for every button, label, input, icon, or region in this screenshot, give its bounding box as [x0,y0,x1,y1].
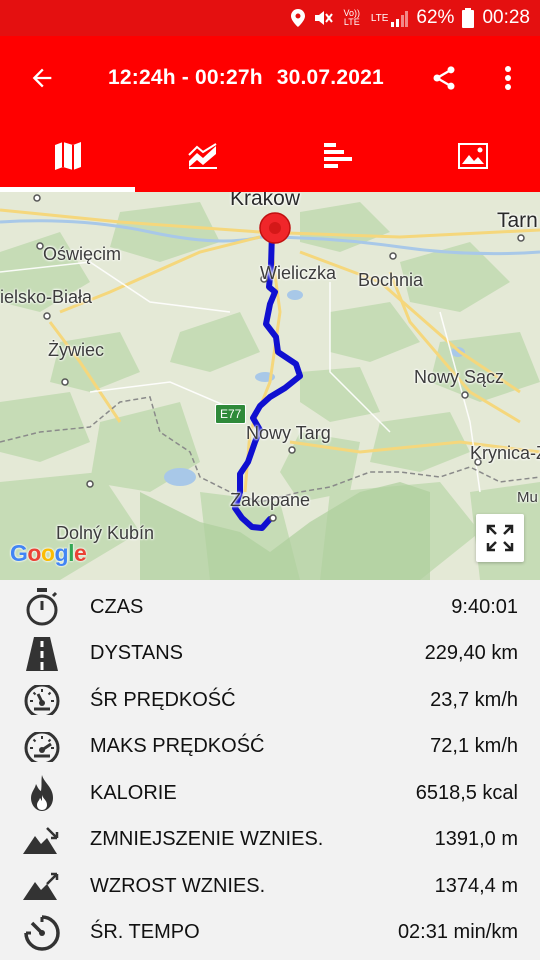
stat-value: 02:31 min/km [397,921,518,944]
stat-label: DYSTANS [90,642,183,665]
stat-label: ZMNIEJSZENIE WZNIES. [90,828,324,851]
speedometer-max-icon [22,727,62,767]
more-vert-icon [505,66,511,90]
stat-row-distance: DYSTANS 229,40 km [0,631,540,678]
app-bar: 12:24h - 00:27h 30.07.2021 [0,36,540,120]
map-label-zakopane: Zakopane [230,490,311,510]
map-label-wieliczka: Wieliczka [260,263,337,283]
stat-label: MAKS PRĘDKOŚĆ [90,735,265,758]
stat-row-pace: ŚR. TEMPO 02:31 min/km [0,910,540,957]
stat-value: 72,1 km/h [430,735,518,758]
image-icon [457,143,488,169]
mute-icon [313,9,333,27]
stat-row-ascent: WZROST WZNIES. 1374,4 m [0,863,540,910]
map-label-muszyna: Mu [517,489,538,506]
share-icon [433,66,455,90]
arrow-back-icon [32,68,52,88]
map-label-bielsko-biala: ielsko-Biała [0,287,93,307]
fullscreen-button[interactable] [476,514,524,562]
stat-label: ŚR. TEMPO [90,921,200,944]
status-bar: Vo)) LTE LTE 62% 00:28 [0,0,540,36]
stat-value: 23,7 km/h [430,688,518,711]
clock: 00:28 [482,7,530,28]
stopwatch-icon [22,587,62,627]
stat-label: KALORIE [90,781,177,804]
map-label-krakow: Krakow [230,192,301,210]
map-label-nowy-targ: Nowy Targ [246,423,331,443]
map-label-krynica: Krynica-Z [470,443,540,463]
route-map[interactable]: Krakow Tarn Oświęcim Wieliczka Bochnia i… [0,192,540,580]
map-icon [54,142,81,170]
stat-row-calories: KALORIE 6518,5 kcal [0,770,540,817]
stat-label: ŚR PRĘDKOŚĆ [90,688,236,711]
stat-value: 229,40 km [424,642,518,665]
tab-photos[interactable] [405,120,540,192]
map-label-tarnow: Tarn [497,209,538,232]
stat-value: 9:40:01 [451,595,518,618]
speedometer-icon [22,680,62,720]
map-label-zywiec: Żywiec [48,340,105,360]
map-label-oswiecim: Oświęcim [43,244,122,264]
pace-icon [22,913,62,953]
stat-value: 1391,0 m [434,828,518,851]
fullscreen-icon [486,524,514,552]
share-button[interactable] [424,58,464,98]
battery-percent: 62% [416,7,455,28]
stat-row-descent: ZMNIEJSZENIE WZNIES. 1391,0 m [0,817,540,864]
flame-icon [22,773,62,813]
road-icon [22,634,62,674]
bar-list-icon [323,143,352,168]
activity-date: 30.07.2021 [276,66,384,89]
location-icon [290,9,305,27]
more-options-button[interactable] [488,58,528,98]
volte-icon: Vo)) LTE [343,8,361,27]
battery-icon [462,8,475,28]
map-label-bochnia: Bochnia [358,270,424,290]
stat-row-max-speed: MAKS PRĘDKOŚĆ 72,1 km/h [0,724,540,771]
descent-icon [22,820,62,860]
map-label-nowy-sacz: Nowy Sącz [414,367,505,387]
stat-value: 6518,5 kcal [415,781,518,804]
road-shield-e77: E77 [215,404,247,424]
tab-chart[interactable] [135,120,270,192]
time-range: 12:24h - 00:27h [108,66,263,89]
back-button[interactable] [22,58,62,98]
stats-list: CZAS 9:40:01 DYSTANS 229,40 km ŚR PRĘDKO… [0,584,540,956]
google-logo: Google [10,540,87,566]
stat-label: WZROST WZNIES. [90,874,266,897]
tab-bar [0,120,540,192]
page-title: 12:24h - 00:27h 30.07.2021 [108,66,384,90]
lte-signal-icon: LTE [371,9,409,27]
tab-map[interactable] [0,120,135,192]
stat-value: 1374,4 m [434,874,518,897]
stat-row-avg-speed: ŚR PRĘDKOŚĆ 23,7 km/h [0,677,540,724]
tab-laps[interactable] [270,120,405,192]
stat-label: CZAS [90,595,144,618]
ascent-icon [22,866,62,906]
stat-row-time: CZAS 9:40:01 [0,584,540,631]
chart-icon [187,143,217,169]
